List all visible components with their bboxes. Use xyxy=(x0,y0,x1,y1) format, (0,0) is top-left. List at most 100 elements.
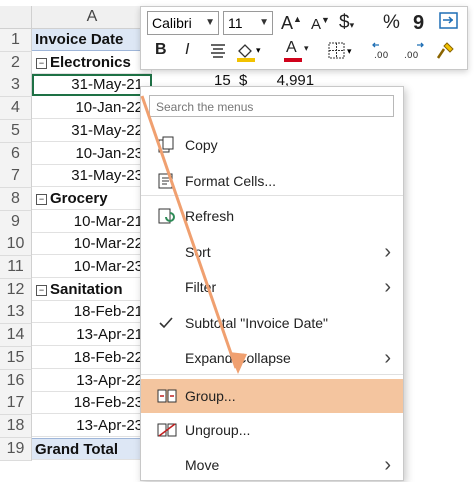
fill-color-button[interactable]: ▾ xyxy=(235,39,263,63)
decrease-decimal-button[interactable]: .00 xyxy=(403,41,427,65)
date-cell[interactable]: 10-Mar-21 xyxy=(32,211,152,233)
menu-item-label: Ungroup... xyxy=(185,422,251,438)
date-cell[interactable]: 31-May-22 xyxy=(32,120,152,142)
align-center-button[interactable] xyxy=(209,43,227,63)
row-header-19[interactable]: 19 xyxy=(0,438,32,461)
format-painter-button[interactable] xyxy=(435,40,457,66)
row-header-11[interactable]: 11 xyxy=(0,256,32,279)
row-header-17[interactable]: 17 xyxy=(0,392,32,415)
group-row-cell[interactable]: − Sanitation xyxy=(32,279,152,301)
grow-font-icon: A xyxy=(281,13,294,33)
row-header-2[interactable]: 2 xyxy=(0,52,32,75)
decrease-decimal-icon: .00 xyxy=(404,42,424,61)
group-row-cell[interactable]: − Grocery xyxy=(32,188,152,210)
date-cell[interactable]: 31-May-23 xyxy=(32,165,152,187)
collapse-icon[interactable]: − xyxy=(36,58,47,69)
date-cell[interactable]: 18-Feb-22 xyxy=(32,347,152,369)
percent-style-button[interactable]: % xyxy=(383,12,400,34)
bold-button[interactable]: B xyxy=(155,41,167,59)
increase-decimal-icon: .00 xyxy=(372,42,389,61)
font-color-button[interactable]: A ▾ xyxy=(283,39,311,63)
select-all-corner[interactable] xyxy=(0,6,32,29)
row-header-12[interactable]: 12 xyxy=(0,279,32,302)
currency-format-button[interactable]: $▾ xyxy=(339,12,354,34)
format-cells-icon xyxy=(157,172,175,190)
menu-item-expand-collapse[interactable]: Expand/Collapse › xyxy=(141,341,403,375)
collapse-icon[interactable]: − xyxy=(36,194,47,205)
svg-text:.00: .00 xyxy=(374,51,389,61)
cell-text: 13-Apr-22 xyxy=(76,372,143,389)
wrap-text-button[interactable] xyxy=(439,11,459,31)
increase-font-size-button[interactable]: A▲ xyxy=(281,13,302,34)
row-header-5[interactable]: 5 xyxy=(0,120,32,143)
cell-text: 13-Apr-21 xyxy=(76,326,143,343)
row-header-16[interactable]: 16 xyxy=(0,370,32,393)
row-header-8[interactable]: 8 xyxy=(0,188,32,211)
column-header-a[interactable]: A xyxy=(32,6,152,29)
menu-item-label: Expand/Collapse xyxy=(185,350,291,366)
date-cell[interactable]: 10-Jan-23 xyxy=(32,143,152,165)
row-header-7[interactable]: 7 xyxy=(0,165,32,188)
menu-item-copy[interactable]: Copy xyxy=(141,128,403,162)
row-header-14[interactable]: 14 xyxy=(0,324,32,347)
copy-icon xyxy=(157,136,175,154)
group-icon xyxy=(157,387,177,405)
italic-button[interactable]: I xyxy=(185,41,189,59)
menu-item-format-cells[interactable]: Format Cells... xyxy=(141,164,403,198)
collapse-icon[interactable]: − xyxy=(36,285,47,296)
row-header-1[interactable]: 1 xyxy=(0,29,32,52)
row-header-10[interactable]: 10 xyxy=(0,233,32,256)
date-cell[interactable]: 13-Apr-23 xyxy=(32,415,152,437)
comma-style-button[interactable]: 9 xyxy=(413,12,424,35)
date-cell[interactable]: 10-Mar-23 xyxy=(32,256,152,278)
wrap-text-icon xyxy=(439,12,458,29)
borders-button[interactable]: ▾ xyxy=(327,41,355,61)
row-header-13[interactable]: 13 xyxy=(0,301,32,324)
shrink-font-icon: A xyxy=(311,16,322,33)
row-header-3[interactable]: 3 xyxy=(0,74,32,97)
row-header-18[interactable]: 18 xyxy=(0,415,32,438)
cell-text: 18-Feb-22 xyxy=(73,349,143,366)
chevron-down-icon: ▼ xyxy=(259,17,269,28)
date-cell[interactable]: 18-Feb-21 xyxy=(32,301,152,323)
menu-item-refresh[interactable]: Refresh xyxy=(141,199,403,233)
date-cell[interactable]: 10-Jan-22 xyxy=(32,97,152,119)
font-name-dropdown[interactable]: Calibri ▼ xyxy=(147,11,219,35)
date-cell[interactable]: 18-Feb-23 xyxy=(32,392,152,414)
date-cell[interactable]: 13-Apr-22 xyxy=(32,370,152,392)
cell-text: Invoice Date xyxy=(35,31,124,48)
row-header-4[interactable]: 4 xyxy=(0,97,32,120)
decrease-font-size-button[interactable]: A▼ xyxy=(311,15,330,33)
font-color-swatch xyxy=(284,58,302,62)
cell-text: 31-May-22 xyxy=(71,122,143,139)
svg-text:.00: .00 xyxy=(404,51,419,61)
menu-item-move[interactable]: Move › xyxy=(141,448,403,482)
date-cell[interactable]: 13-Apr-21 xyxy=(32,324,152,346)
menu-item-sort[interactable]: Sort › xyxy=(141,235,403,269)
group-row-cell[interactable]: − Electronics xyxy=(32,52,152,74)
row-header-6[interactable]: 6 xyxy=(0,143,32,166)
chevron-down-icon: ▼ xyxy=(205,17,215,28)
row-header-15[interactable]: 15 xyxy=(0,347,32,370)
increase-decimal-button[interactable]: .00 xyxy=(371,41,395,65)
svg-text:▾: ▾ xyxy=(347,47,352,57)
menu-item-subtotal-invoice-date[interactable]: Subtotal "Invoice Date" xyxy=(141,306,403,340)
chevron-down-icon: ▾ xyxy=(304,43,309,53)
menu-search-input[interactable]: Search the menus xyxy=(149,95,394,117)
menu-item-group[interactable]: Group... xyxy=(141,379,403,413)
date-cell[interactable]: 10-Mar-22 xyxy=(32,233,152,255)
menu-item-ungroup[interactable]: Ungroup... xyxy=(141,413,403,447)
font-size-dropdown[interactable]: 11 ▼ xyxy=(223,11,273,35)
paint-bucket-icon: ▾ xyxy=(237,44,261,62)
cell-text: 10-Mar-23 xyxy=(73,258,143,275)
font-color-icon: A xyxy=(286,39,297,56)
menu-item-label: Sort xyxy=(185,244,211,260)
grand-total-cell[interactable]: Grand Total xyxy=(32,438,152,460)
field-header-cell[interactable]: Invoice Date▾ xyxy=(32,29,152,51)
cell-text: Electronics xyxy=(50,54,131,71)
row-header-9[interactable]: 9 xyxy=(0,211,32,234)
cell-text: 13-Apr-23 xyxy=(76,417,143,434)
date-cell[interactable]: 31-May-21 xyxy=(32,74,152,96)
menu-item-filter[interactable]: Filter › xyxy=(141,270,403,304)
menu-item-label: Group... xyxy=(185,388,236,404)
